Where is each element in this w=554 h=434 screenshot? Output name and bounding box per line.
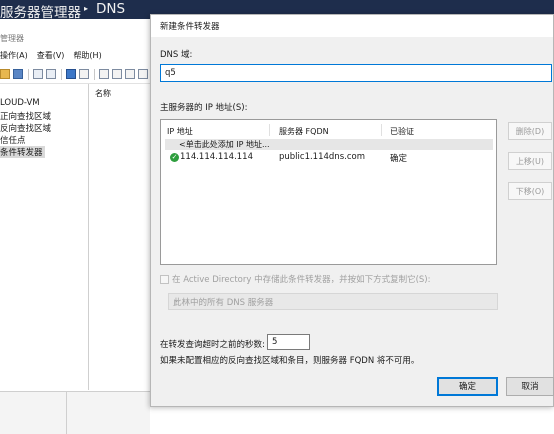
server-manager-page-title: DNS bbox=[96, 1, 126, 17]
tree-item-reverse-lookup-zones[interactable]: 反向查找区域 bbox=[0, 122, 53, 134]
detail-view-icon[interactable] bbox=[112, 69, 122, 79]
dialog-title: 新建条件转发器 bbox=[160, 22, 220, 32]
ok-button[interactable]: 确定 bbox=[437, 377, 498, 396]
list-column-name[interactable]: 名称 bbox=[95, 88, 111, 99]
new-conditional-forwarder-dialog: 新建条件转发器 DNS 域: 主服务器的 IP 地址(S): IP 地址 服务器… bbox=[150, 14, 554, 407]
store-in-ad-label: 在 Active Directory 中存储此条件转发器，并按如下方式复制它(S… bbox=[172, 275, 431, 285]
tree-item-conditional-forwarders[interactable]: 条件转发器 bbox=[0, 146, 45, 158]
list-view-icon[interactable] bbox=[99, 69, 109, 79]
menu-action[interactable]: 操作(A) bbox=[0, 50, 28, 61]
console-tree-pane: LOUD-VM 正向查找区域 反向查找区域 信任点 条件转发器 bbox=[0, 84, 89, 390]
tree-item-trust-points[interactable]: 信任点 bbox=[0, 134, 28, 146]
replication-scope-select[interactable]: 此林中的所有 DNS 服务器 ⌄ bbox=[168, 293, 498, 310]
store-in-ad-checkbox[interactable] bbox=[160, 275, 169, 284]
row-server-fqdn: public1.114dns.com bbox=[279, 152, 365, 162]
chevron-down-icon: ⌄ bbox=[173, 295, 180, 304]
toolbar-divider bbox=[28, 69, 29, 80]
primary-servers-label: 主服务器的 IP 地址(S): bbox=[160, 103, 248, 113]
dialog-title-bar: 新建条件转发器 bbox=[151, 15, 553, 37]
tree-item-forward-lookup-zones[interactable]: 正向查找区域 bbox=[0, 110, 53, 122]
check-circle-icon: ✓ bbox=[170, 153, 179, 162]
column-server-fqdn[interactable]: 服务器 FQDN bbox=[279, 126, 329, 137]
help-icon[interactable] bbox=[66, 69, 76, 79]
refresh-icon[interactable] bbox=[33, 69, 43, 79]
dns-domain-label: DNS 域: bbox=[160, 50, 193, 60]
dns-menu-bar: 操作(A) 查看(V) 帮助(H) bbox=[0, 50, 102, 61]
menu-help[interactable]: 帮助(H) bbox=[73, 50, 101, 61]
toolbar-divider bbox=[94, 69, 95, 80]
fqdn-note: 如果未配置相应的反向查找区域和条目，则服务器 FQDN 将不可用。 bbox=[160, 356, 420, 366]
status-area bbox=[0, 391, 150, 434]
dns-window-caption: 管理器 bbox=[0, 34, 24, 43]
move-up-button[interactable]: 上移(U) bbox=[508, 152, 552, 170]
menu-view[interactable]: 查看(V) bbox=[37, 50, 65, 61]
tree-item-server[interactable]: LOUD-VM bbox=[0, 98, 42, 108]
column-divider bbox=[381, 124, 382, 136]
dns-manager-window: 管理器 操作(A) 查看(V) 帮助(H) LOUD-VM 正向查找区域 反向查… bbox=[0, 19, 151, 434]
column-verified[interactable]: 已验证 bbox=[390, 126, 414, 137]
dns-domain-input[interactable] bbox=[160, 64, 552, 82]
dns-toolbar bbox=[0, 66, 150, 84]
folder-icon[interactable] bbox=[0, 69, 10, 79]
column-divider bbox=[269, 124, 270, 136]
timeout-seconds-input[interactable] bbox=[267, 334, 310, 350]
table-row[interactable]: ✓ 114.114.114.114 public1.114dns.com 确定 bbox=[165, 152, 493, 164]
row-verified: 确定 bbox=[390, 154, 408, 164]
column-ip-address[interactable]: IP 地址 bbox=[167, 126, 193, 137]
timeout-label: 在转发查询超时之前的秒数: bbox=[160, 340, 265, 350]
properties-icon[interactable] bbox=[79, 69, 89, 79]
status-divider bbox=[66, 392, 67, 434]
add-ip-address-hint: <单击此处添加 IP 地址... bbox=[179, 140, 270, 149]
delete-button[interactable]: 删除(D) bbox=[508, 122, 552, 140]
move-down-button[interactable]: 下移(O) bbox=[508, 182, 552, 200]
row-ip-address: 114.114.114.114 bbox=[180, 152, 254, 162]
toolbar-divider bbox=[61, 69, 62, 80]
export-list-icon[interactable] bbox=[46, 69, 56, 79]
results-list-pane: 名称 bbox=[89, 84, 151, 390]
large-icons-icon[interactable] bbox=[125, 69, 135, 79]
breadcrumb-separator-icon: ▸ bbox=[84, 4, 89, 13]
cancel-button[interactable]: 取消 bbox=[506, 377, 554, 396]
master-servers-list[interactable]: IP 地址 服务器 FQDN 已验证 <单击此处添加 IP 地址... ✓ 11… bbox=[160, 119, 497, 265]
small-icons-icon[interactable] bbox=[138, 69, 148, 79]
console-tree-icon[interactable] bbox=[13, 69, 23, 79]
add-ip-address-row[interactable]: <单击此处添加 IP 地址... bbox=[165, 139, 493, 150]
server-manager-title: 服务器管理器 bbox=[0, 5, 81, 21]
